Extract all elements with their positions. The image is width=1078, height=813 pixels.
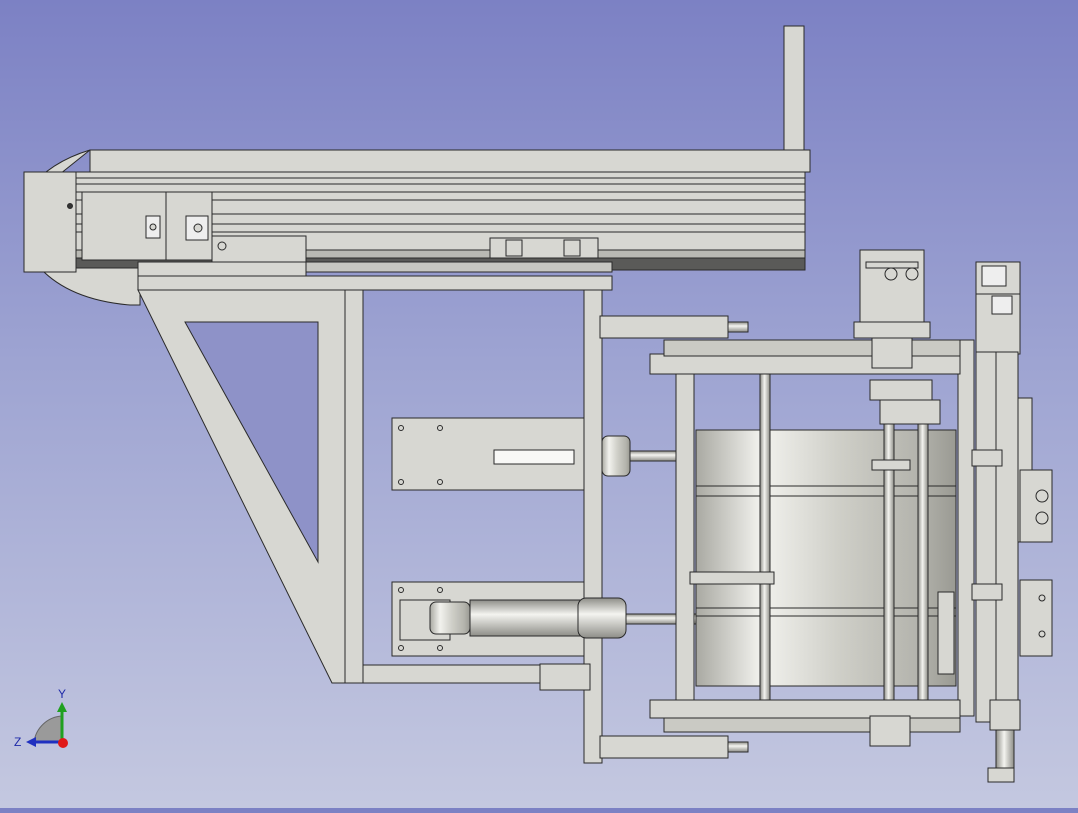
cage-frame-left xyxy=(675,371,695,703)
upper-pneumatic-cylinder xyxy=(601,435,679,477)
machine-assembly-drawing: Y Z xyxy=(14,25,1053,783)
sensor-bracket xyxy=(937,591,955,675)
vertical-post xyxy=(783,25,805,155)
cage-frame-right xyxy=(957,339,975,717)
guide-rod xyxy=(883,385,895,701)
z-axis-label: Z xyxy=(14,735,21,749)
clamp-block xyxy=(539,663,591,691)
drum-cylinder xyxy=(695,429,957,687)
guide-rod xyxy=(917,385,929,701)
vertical-linear-module xyxy=(971,261,1053,783)
y-axis-arrowhead xyxy=(57,702,67,712)
upper-actuator xyxy=(599,315,729,339)
beam-end-cap xyxy=(23,171,77,273)
lower-actuator xyxy=(599,735,729,759)
cad-3d-viewport[interactable]: Y Z xyxy=(0,0,1078,808)
triad-plane xyxy=(33,715,63,743)
servo-motor xyxy=(853,249,941,425)
coordinate-triad: Y Z xyxy=(14,687,68,749)
z-axis-arrowhead xyxy=(26,737,36,747)
guide-rod xyxy=(759,373,771,701)
x-axis-dot xyxy=(58,738,68,748)
y-axis-label: Y xyxy=(58,687,66,701)
